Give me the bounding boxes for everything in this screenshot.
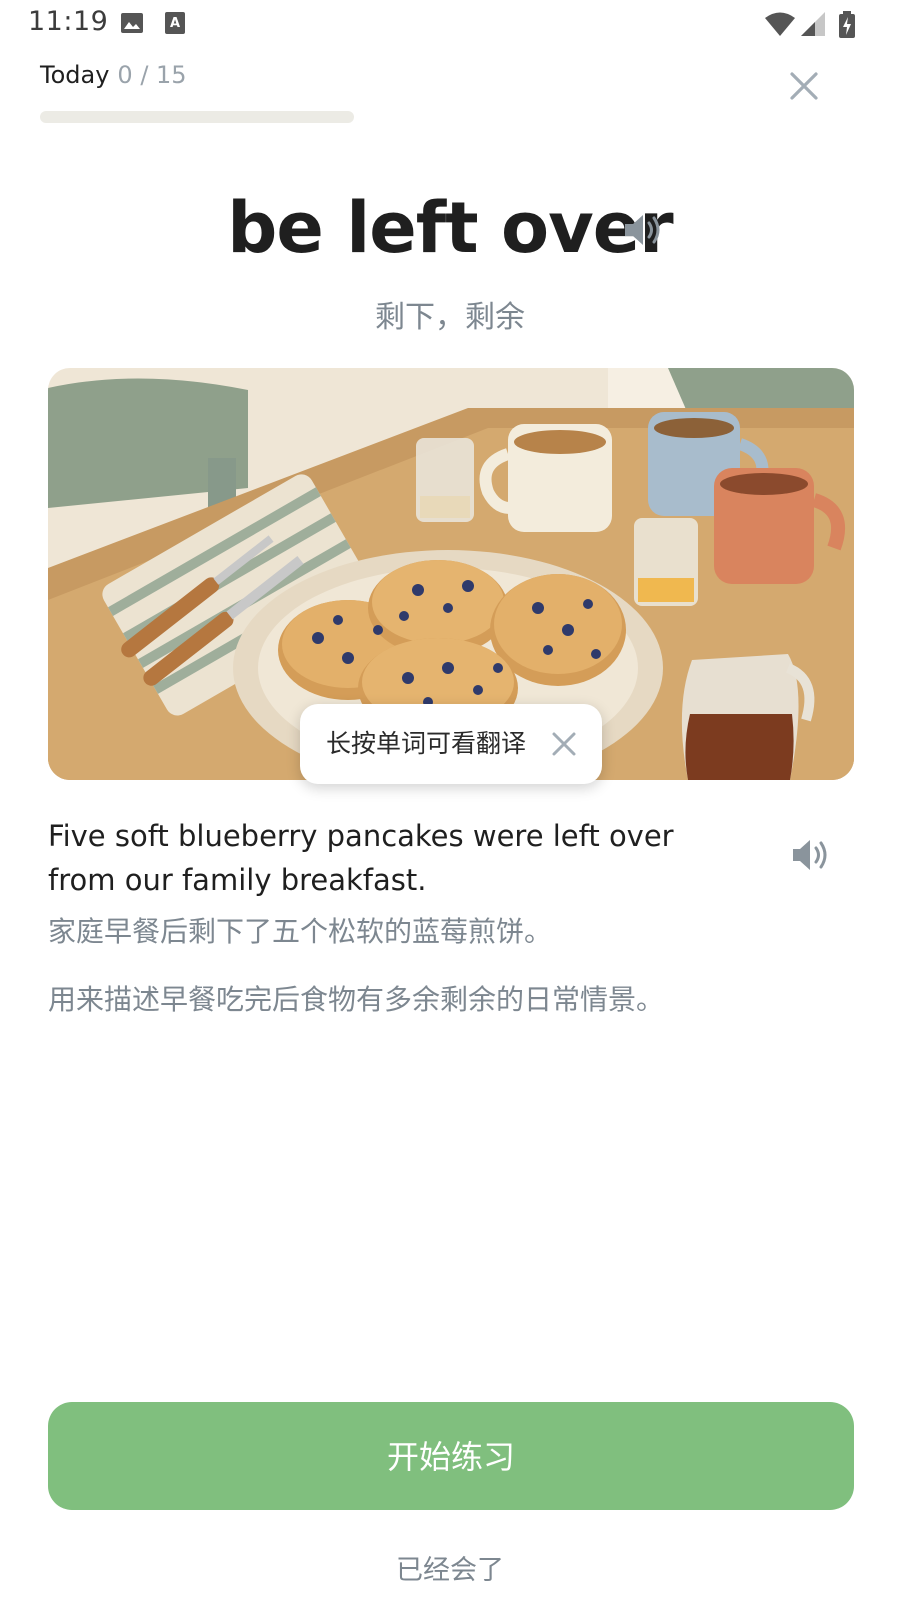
example-sentence-english[interactable]: Five soft blueberry pancakes were left o… xyxy=(48,814,748,902)
battery-icon xyxy=(838,11,856,43)
status-bar: 11:19 A xyxy=(0,0,900,48)
word-meaning: 剩下，剩余 xyxy=(375,300,525,335)
word-title[interactable]: be left over xyxy=(0,178,900,278)
close-icon xyxy=(552,732,576,756)
speaker-icon xyxy=(793,840,827,870)
image-icon xyxy=(120,11,144,39)
hint-close-button[interactable] xyxy=(550,730,578,758)
sentence-audio-button[interactable] xyxy=(790,836,834,874)
wifi-icon xyxy=(764,11,796,41)
today-label: Today xyxy=(40,61,110,89)
close-button[interactable] xyxy=(784,66,824,106)
already-known-link[interactable]: 已经会了 xyxy=(0,1548,900,1587)
start-practice-button[interactable]: 开始练习 xyxy=(48,1402,854,1510)
today-count: 0 / 15 xyxy=(117,61,187,89)
font-icon: A xyxy=(164,11,186,39)
today-progress-label: Today 0 / 15 xyxy=(40,58,187,92)
word-row: be left over xyxy=(0,178,900,278)
example-sentence-chinese: 家庭早餐后剩下了五个松软的蓝莓煎饼。 xyxy=(48,915,553,948)
close-icon xyxy=(790,72,818,100)
signal-icon xyxy=(800,11,826,41)
hint-text: 长按单词可看翻译 xyxy=(326,729,527,758)
usage-note: 用来描述早餐吃完后食物有多余剩余的日常情景。 xyxy=(48,983,665,1016)
status-time: 11:19 xyxy=(28,6,109,37)
svg-text:A: A xyxy=(170,16,180,31)
long-press-hint-tooltip: 长按单词可看翻译 xyxy=(300,704,602,784)
word-audio-button[interactable] xyxy=(622,210,668,250)
progress-bar xyxy=(40,111,354,123)
speaker-icon xyxy=(625,215,660,245)
